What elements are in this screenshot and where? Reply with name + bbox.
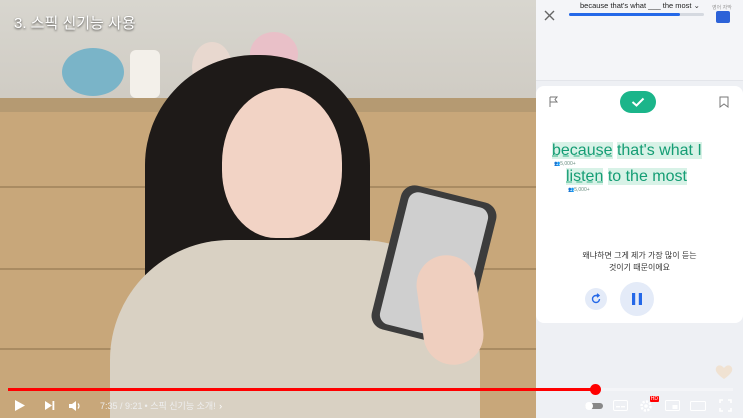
- translation: 왜냐하면 그게 제가 가장 많이 듣는 것이기 때문이에요: [556, 250, 723, 274]
- app-header: because that's what ___ the most ⌄ 영어 자막: [536, 0, 743, 81]
- time-display: 7:35 / 9:21: [100, 400, 143, 411]
- phrase-to-the-most[interactable]: to the most: [607, 168, 687, 185]
- sentence-select[interactable]: because that's what ___ the most ⌄: [580, 1, 700, 10]
- translation-line-1: 왜냐하면 그게 제가 가장 많이 듣는: [582, 251, 697, 260]
- word-frequency-2: 👥5,000+: [568, 187, 590, 193]
- video-overlay-title: 3. 스픽 신기능 사용: [14, 15, 136, 32]
- heart-icon[interactable]: [714, 362, 734, 382]
- screen: 3. 스픽 신기능 사용 because that's what ___ the…: [0, 0, 743, 418]
- lesson-progress-bar: [569, 13, 704, 16]
- pause-icon: [632, 293, 642, 305]
- translation-line-2: 것이기 때문이에요: [608, 263, 671, 272]
- chevron-right-icon[interactable]: ›: [216, 396, 226, 416]
- pause-button[interactable]: [620, 282, 654, 316]
- video-progress-bar[interactable]: [8, 384, 733, 395]
- decor-toy: [62, 48, 124, 96]
- autoplay-toggle-icon[interactable]: [581, 396, 607, 416]
- word-listen[interactable]: listen: [566, 168, 604, 185]
- next-icon[interactable]: [38, 396, 60, 416]
- chevron-down-icon: ⌄: [693, 1, 700, 10]
- decor-toy: [130, 50, 160, 98]
- subtitles-icon[interactable]: [607, 396, 633, 416]
- lesson-progress-fill: [569, 13, 680, 16]
- word-frequency-1: 👥5,000+: [554, 161, 576, 167]
- word-frequency-1-value: 5,000+: [560, 161, 576, 167]
- flag-icon[interactable]: [549, 95, 559, 107]
- hd-badge: HD: [649, 395, 659, 402]
- sentence-card: because that's what I listen to the most…: [536, 86, 743, 323]
- bookmark-icon[interactable]: [719, 95, 729, 108]
- subtitle-toggle-icon[interactable]: [716, 11, 730, 23]
- theater-icon[interactable]: [685, 396, 711, 416]
- settings-icon[interactable]: HD: [633, 395, 659, 416]
- phrase-thats-what-i[interactable]: that's what I: [616, 142, 702, 159]
- player-controls: 7:35 / 9:21 • 스픽 신기능 소개! › HD: [0, 393, 743, 418]
- video-progress-played: [8, 388, 596, 391]
- play-icon[interactable]: [2, 396, 38, 416]
- volume-icon[interactable]: [60, 396, 90, 416]
- close-icon[interactable]: [540, 6, 558, 24]
- sentence-select-label: because that's what ___ the most: [580, 1, 692, 10]
- word-frequency-2-value: 5,000+: [574, 187, 590, 193]
- person-face: [222, 88, 342, 238]
- video-player[interactable]: 3. 스픽 신기능 사용: [0, 0, 536, 418]
- word-because[interactable]: because: [552, 142, 613, 159]
- app-panel: because that's what ___ the most ⌄ 영어 자막…: [536, 0, 743, 418]
- miniplayer-icon[interactable]: [659, 396, 685, 416]
- mini-label: 영어 자막: [712, 5, 732, 11]
- replay-icon[interactable]: [585, 288, 607, 310]
- check-icon[interactable]: [620, 91, 656, 113]
- fullscreen-icon[interactable]: [711, 396, 739, 416]
- chapter-title[interactable]: • 스픽 신기능 소개!: [145, 399, 216, 412]
- sentence-text: because that's what I listen to the most: [552, 138, 732, 190]
